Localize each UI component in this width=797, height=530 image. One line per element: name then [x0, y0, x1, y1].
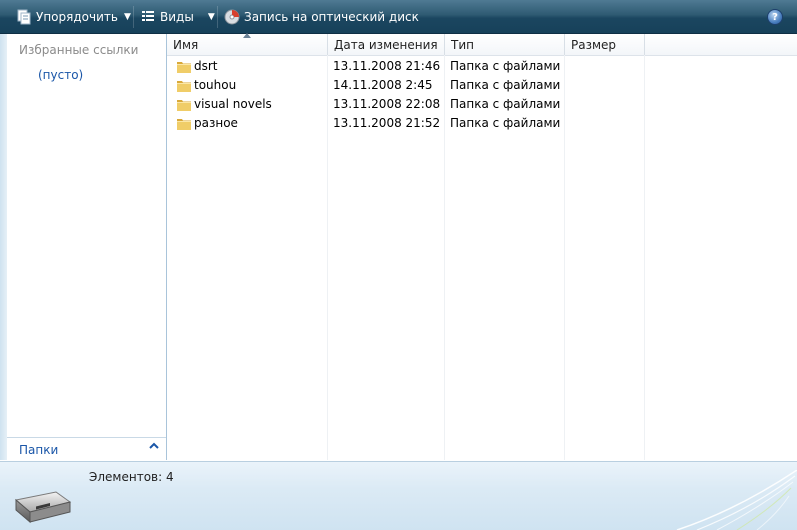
file-row[interactable]: dsrt 13.11.2008 21:46 Папка с файлами	[167, 57, 797, 76]
hard-drive-icon	[14, 491, 72, 524]
toolbar-separator	[217, 6, 218, 28]
file-date: 13.11.2008 21:52	[333, 116, 441, 130]
folder-icon	[177, 62, 191, 73]
file-row[interactable]: visual novels 13.11.2008 22:08 Папка с фай…	[167, 95, 797, 114]
column-header-type[interactable]: Тип	[445, 34, 565, 55]
file-type: Папка с файлами	[450, 59, 561, 73]
sort-ascending-icon	[243, 31, 251, 40]
left-frame-border	[0, 34, 7, 460]
file-date: 13.11.2008 22:08	[333, 97, 441, 111]
folder-icon	[177, 100, 191, 111]
organize-icon	[17, 9, 31, 25]
burn-disc-button[interactable]: Запись на оптический диск	[224, 7, 419, 27]
folder-icon	[177, 119, 191, 130]
folder-icon	[177, 81, 191, 92]
file-name: visual novels	[194, 97, 272, 111]
column-header-name-label: Имя	[173, 37, 199, 52]
file-name: dsrt	[194, 59, 218, 73]
column-header-name[interactable]: Имя	[167, 31, 328, 55]
folders-label: Папки	[19, 443, 59, 457]
command-bar: Упорядочить ▼ Виды ▼ Запись на оптически…	[0, 0, 797, 34]
folders-toggle[interactable]: Папки	[7, 437, 166, 461]
file-type: Папка с файлами	[450, 78, 561, 92]
burn-disc-label: Запись на оптический диск	[244, 10, 419, 24]
file-date: 13.11.2008 21:46	[333, 59, 441, 73]
file-row[interactable]: разное 13.11.2008 21:52 Папка с файлами	[167, 114, 797, 133]
favorite-links-empty: (пусто)	[38, 68, 84, 82]
column-header-date[interactable]: Дата изменения	[328, 34, 445, 55]
file-type: Папка с файлами	[450, 97, 561, 111]
details-pane: Элементов: 4	[0, 461, 797, 530]
organize-button[interactable]: Упорядочить ▼	[16, 7, 131, 27]
views-dropdown-arrow-icon: ▼	[207, 12, 215, 22]
organize-label: Упорядочить	[36, 10, 118, 24]
file-name: touhou	[194, 78, 237, 92]
file-name: разное	[194, 116, 238, 130]
favorite-links-title: Избранные ссылки	[19, 43, 139, 57]
column-header-date-label: Дата изменения	[334, 37, 438, 52]
help-button[interactable]: ?	[767, 9, 783, 25]
decorative-swoosh	[676, 470, 797, 530]
file-type: Папка с файлами	[450, 116, 561, 130]
column-header-size[interactable]: Размер	[565, 34, 645, 55]
navigation-pane: Избранные ссылки (пусто) Папки	[7, 34, 167, 461]
file-row[interactable]: touhou 14.11.2008 2:45 Папка с файлами	[167, 76, 797, 95]
views-icon	[142, 11, 154, 21]
column-header-type-label: Тип	[451, 37, 474, 52]
views-button[interactable]: Виды ▼	[140, 7, 215, 27]
file-list: Имя Дата изменения Тип Размер dsrt 13.11.…	[167, 31, 797, 460]
organize-dropdown-arrow-icon: ▼	[123, 12, 131, 22]
toolbar-separator	[133, 6, 134, 28]
views-label: Виды	[160, 10, 194, 24]
item-count: Элементов: 4	[89, 470, 174, 484]
help-icon: ?	[772, 11, 778, 23]
file-date: 14.11.2008 2:45	[333, 78, 433, 92]
burn-disc-icon	[224, 9, 240, 25]
column-header-size-label: Размер	[571, 37, 617, 52]
chevron-up-icon	[148, 440, 160, 455]
